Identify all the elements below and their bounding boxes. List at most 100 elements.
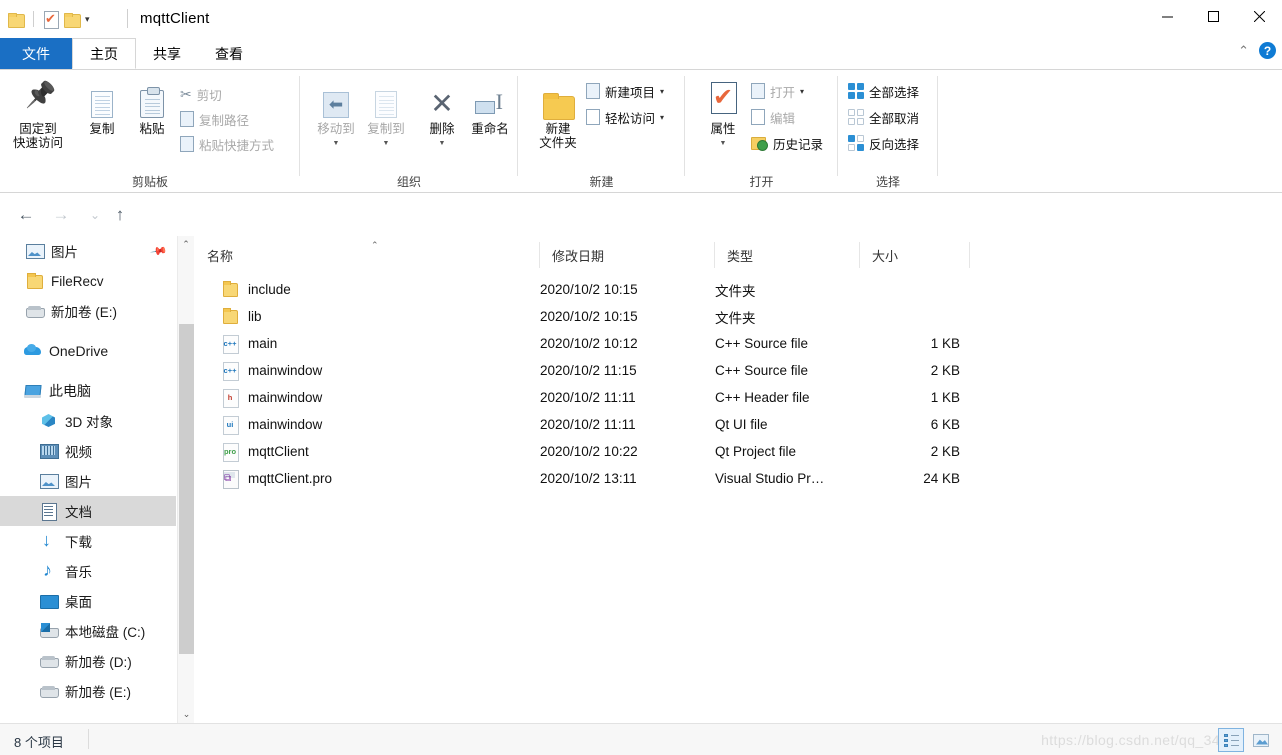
sidebar-item-music[interactable]: 音乐	[0, 556, 176, 586]
sidebar-item-label: 本地磁盘 (C:)	[65, 625, 146, 640]
divider	[88, 729, 89, 749]
large-icons-view-button[interactable]	[1248, 728, 1274, 752]
chevron-down-icon[interactable]: ▾	[660, 113, 664, 122]
paste-shortcut-button[interactable]: 粘贴快捷方式	[180, 133, 274, 155]
sidebar-item-onedrive[interactable]: OneDrive	[0, 336, 176, 366]
close-button[interactable]	[1236, 0, 1282, 32]
maximize-button[interactable]	[1190, 0, 1236, 32]
sidebar-item-volume-e-qa[interactable]: 新加卷 (E:)	[0, 296, 176, 326]
open-button[interactable]: 打开 ▾	[751, 80, 804, 102]
details-view-icon	[1223, 733, 1239, 747]
sidebar-item-filerecv[interactable]: FileRecv	[0, 266, 176, 296]
sidebar-item-documents[interactable]: 文档	[0, 496, 176, 526]
sort-ascending-icon: ⌃	[371, 240, 379, 250]
chevron-down-icon[interactable]: ▼	[439, 137, 446, 151]
sidebar-item-volume-e[interactable]: 新加卷 (E:)	[0, 676, 176, 706]
drive-icon	[26, 303, 45, 319]
collapse-ribbon-icon[interactable]: ⌃	[1238, 43, 1249, 59]
table-row[interactable]: h mainwindow 2020/10/2 11:11 C++ Header …	[195, 384, 1282, 411]
quick-access-toolbar: ▾	[8, 8, 90, 30]
chevron-down-icon[interactable]: ▼	[383, 137, 390, 151]
help-icon[interactable]: ?	[1259, 42, 1276, 59]
folder-icon	[222, 308, 238, 325]
tab-share[interactable]: 共享	[136, 38, 198, 69]
properties-button[interactable]: 属性 ▼	[691, 78, 755, 151]
table-row[interactable]: pro mqttClient 2020/10/2 10:22 Qt Projec…	[195, 438, 1282, 465]
pin-to-quick-access-button[interactable]: 固定到 快速访问	[6, 78, 70, 150]
forward-button[interactable]: →	[48, 202, 74, 228]
sidebar-item-volume-d[interactable]: 新加卷 (D:)	[0, 646, 176, 676]
easy-access-icon	[586, 109, 600, 125]
scroll-up-icon[interactable]: ⌃	[178, 236, 194, 253]
window-controls	[1144, 0, 1282, 32]
column-header-size[interactable]: 大小	[860, 242, 970, 268]
copy-to-icon	[375, 78, 397, 118]
sidebar-item-this-pc[interactable]: 此电脑	[0, 376, 176, 406]
chevron-down-icon[interactable]: ▼	[333, 137, 340, 151]
properties-icon[interactable]	[44, 11, 59, 29]
history-button[interactable]: 历史记录	[751, 132, 823, 154]
group-label-new: 新建	[589, 175, 614, 189]
sidebar-item-pictures-qa[interactable]: 图片 📌	[0, 236, 176, 266]
watermark: https://blog.csdn.net/qq_34	[1041, 732, 1220, 748]
copy-path-button[interactable]: 复制路径	[180, 108, 249, 130]
file-name-cell: ui mainwindow	[195, 416, 540, 435]
table-row[interactable]: c++ main 2020/10/2 10:12 C++ Source file…	[195, 330, 1282, 357]
history-label: 历史记录	[773, 137, 824, 152]
cpp-file-icon: c++	[222, 362, 239, 381]
new-folder-button[interactable]: 新建 文件夹	[526, 78, 590, 150]
recent-locations-button[interactable]: ⌄	[82, 202, 108, 228]
sidebar-item-local-disk-c[interactable]: 本地磁盘 (C:)	[0, 616, 176, 646]
title-bar: ▾ mqttClient	[0, 0, 1282, 38]
select-none-button[interactable]: 全部取消	[848, 106, 919, 128]
file-icon-tag: c++	[223, 366, 237, 375]
new-item-button[interactable]: 新建项目 ▾	[586, 80, 664, 102]
column-header-name[interactable]: 名称 ⌃	[195, 240, 540, 268]
sidebar-item-desktop[interactable]: 桌面	[0, 586, 176, 616]
navigation-pane-scrollbar[interactable]: ⌃ ⌄	[177, 236, 194, 723]
up-button[interactable]: ↑	[107, 202, 133, 228]
tab-file[interactable]: 文件	[0, 38, 72, 69]
rename-button[interactable]: 重命名	[458, 78, 522, 136]
table-row[interactable]: lib 2020/10/2 10:15 文件夹	[195, 303, 1282, 330]
table-row[interactable]: mqttClient.pro 2020/10/2 13:11 Visual St…	[195, 465, 1282, 492]
new-folder-icon[interactable]	[64, 12, 81, 28]
sidebar-item-pictures[interactable]: 图片	[0, 466, 176, 496]
select-all-button[interactable]: 全部选择	[848, 80, 919, 102]
tab-view[interactable]: 查看	[198, 38, 260, 69]
chevron-down-icon[interactable]: ▾	[800, 87, 804, 96]
table-row[interactable]: ui mainwindow 2020/10/2 11:11 Qt UI file…	[195, 411, 1282, 438]
back-button[interactable]: ←	[13, 202, 39, 228]
sidebar-item-videos[interactable]: 视频	[0, 436, 176, 466]
cpp-file-icon: c++	[222, 335, 239, 354]
edit-button[interactable]: 编辑	[751, 106, 795, 128]
easy-access-button[interactable]: 轻松访问 ▾	[586, 106, 664, 128]
ribbon-group-clipboard: 固定到 快速访问 复制 粘贴 ✂ 剪切 复制路径	[0, 70, 300, 193]
copy-to-button[interactable]: 复制到 ▼	[354, 78, 418, 151]
column-header-type[interactable]: 类型	[715, 242, 860, 268]
table-row[interactable]: c++ mainwindow 2020/10/2 11:15 C++ Sourc…	[195, 357, 1282, 384]
paste-button[interactable]: 粘贴	[120, 78, 184, 136]
chevron-down-icon[interactable]: ▾	[85, 14, 90, 24]
chevron-down-icon[interactable]: ▾	[660, 87, 664, 96]
sidebar-item-label: 桌面	[65, 595, 92, 610]
new-item-icon	[586, 81, 604, 99]
scroll-down-icon[interactable]: ⌄	[178, 706, 195, 723]
file-icon-tag: h	[227, 393, 233, 402]
sidebar-item-3d-objects[interactable]: 3D 对象	[0, 406, 176, 436]
ribbon-group-new: 新建 文件夹 新建项目 ▾ 轻松访问 ▾ 新建	[518, 70, 685, 193]
cut-button[interactable]: ✂ 剪切	[180, 83, 222, 105]
column-header-date-modified[interactable]: 修改日期	[540, 242, 715, 268]
pin-icon[interactable]: 📌	[150, 242, 169, 261]
sidebar-item-downloads[interactable]: 下载	[0, 526, 176, 556]
invert-selection-button[interactable]: 反向选择	[848, 132, 919, 154]
scrollbar-thumb[interactable]	[179, 324, 194, 654]
table-row[interactable]: include 2020/10/2 10:15 文件夹	[195, 276, 1282, 303]
details-view-button[interactable]	[1218, 728, 1244, 752]
ribbon: 固定到 快速访问 复制 粘贴 ✂ 剪切 复制路径	[0, 69, 1282, 193]
properties-label: 属性	[710, 122, 736, 136]
tab-home[interactable]: 主页	[72, 38, 136, 69]
chevron-down-icon[interactable]: ▼	[720, 137, 727, 151]
minimize-button[interactable]	[1144, 0, 1190, 32]
folder-icon[interactable]	[8, 12, 25, 28]
